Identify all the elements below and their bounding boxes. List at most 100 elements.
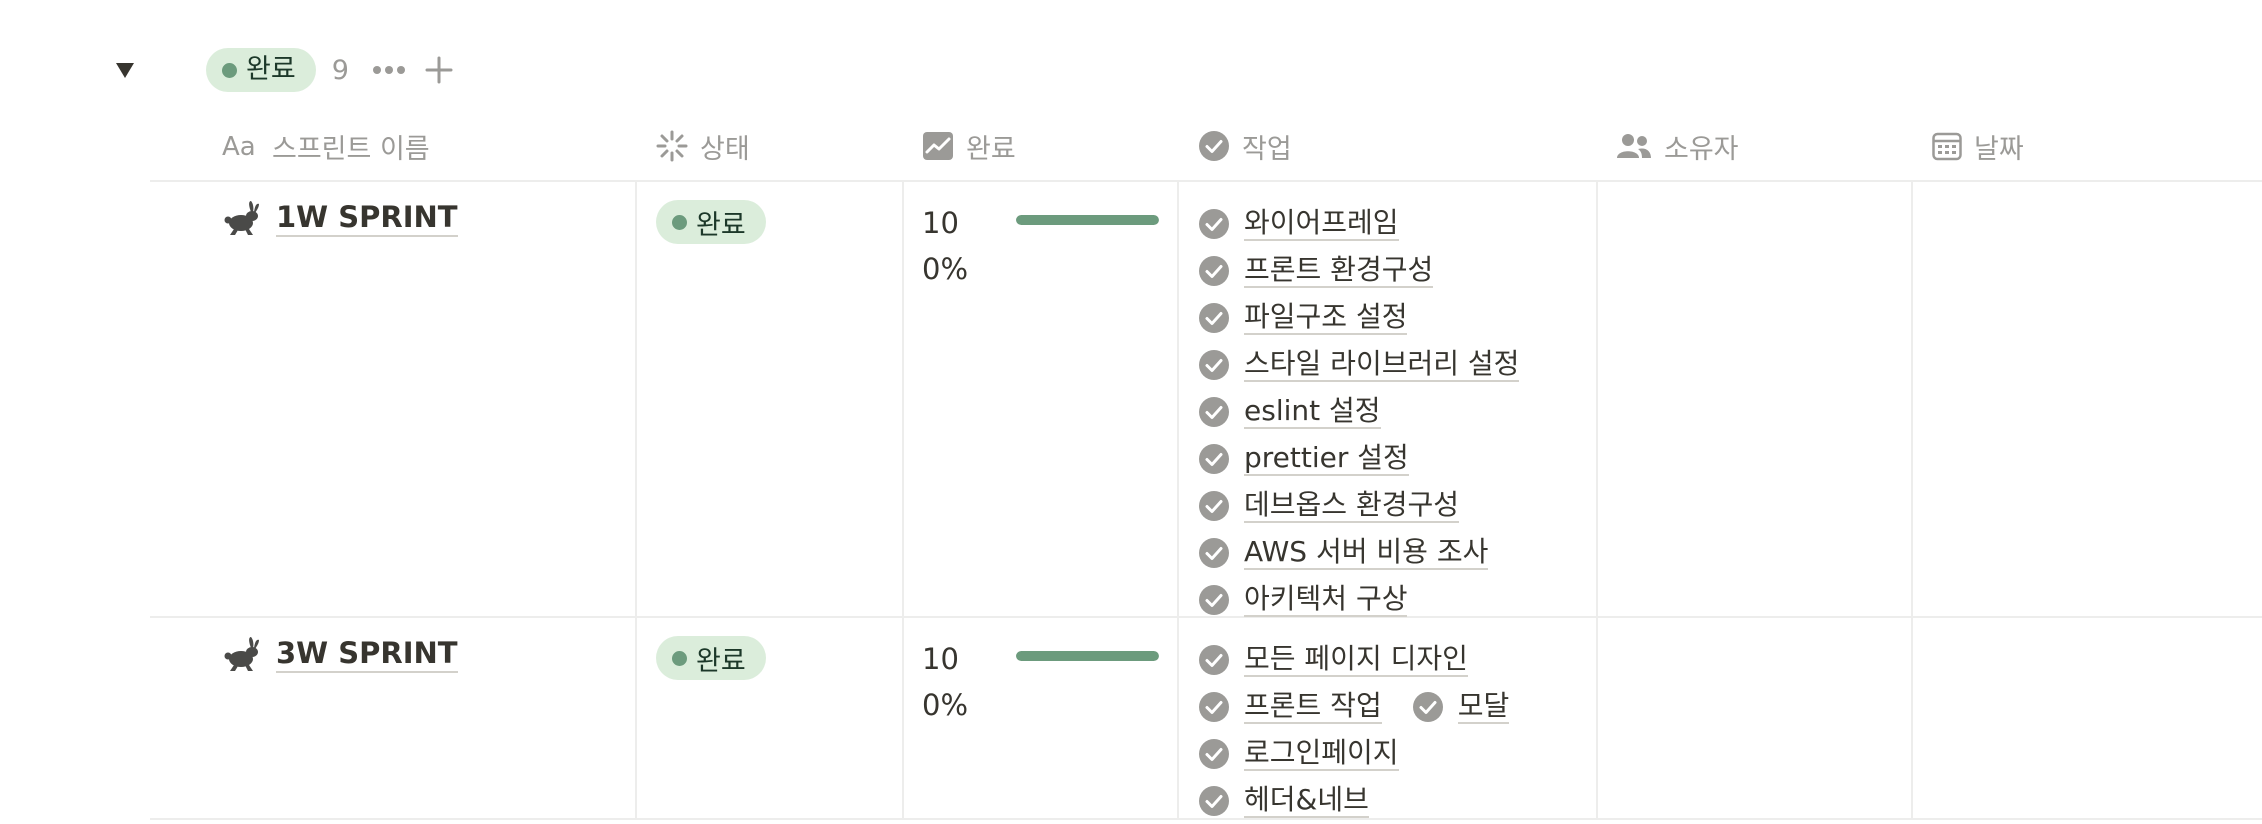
task-item[interactable]: 스타일 라이브러리 설정 — [1198, 347, 1520, 383]
rabbit-icon — [224, 637, 259, 672]
check-circle-icon — [1199, 691, 1229, 722]
task-item[interactable]: 모달 — [1412, 689, 1510, 725]
task-item[interactable]: 프론트 환경구성 — [1198, 253, 1434, 289]
status-badge[interactable]: 완료 — [656, 636, 766, 680]
task-line: AWS 서버 비용 조사 — [1198, 529, 1598, 576]
group-add-button[interactable] — [421, 52, 457, 88]
check-circle-icon — [1199, 349, 1229, 380]
task-item[interactable]: prettier 설정 — [1198, 441, 1409, 477]
task-item[interactable]: AWS 서버 비용 조사 — [1198, 535, 1489, 571]
title-aa-icon: Aa — [222, 133, 256, 159]
check-circle-icon — [1199, 208, 1229, 239]
task-line: prettier 설정 — [1198, 435, 1598, 482]
task-item[interactable]: eslint 설정 — [1198, 394, 1381, 430]
table-row[interactable]: 1W SPRINT 완료 100% 와이어프레임프론트 환경구성파일구조 설정스… — [150, 182, 2262, 618]
task-label: 스타일 라이브러리 설정 — [1244, 347, 1520, 383]
task-label: 모든 페이지 디자인 — [1244, 642, 1468, 678]
task-label: 프론트 작업 — [1244, 689, 1382, 725]
progress-bar-fill — [1016, 651, 1159, 661]
status-dot — [672, 650, 687, 666]
tasks-cell[interactable]: 모든 페이지 디자인프론트 작업 모달로그인페이지헤더&네브 — [1198, 636, 1598, 824]
task-line: 데브옵스 환경구성 — [1198, 482, 1598, 529]
group-count: 9 — [331, 54, 349, 86]
task-label: 파일구조 설정 — [1244, 300, 1408, 336]
task-item[interactable]: 아키텍처 구상 — [1198, 582, 1408, 618]
status-cell[interactable]: 완료 — [656, 200, 766, 244]
column-divider — [635, 618, 637, 818]
task-line: 파일구조 설정 — [1198, 294, 1598, 341]
group-status-label: 완료 — [246, 54, 296, 85]
column-divider — [1911, 618, 1913, 818]
check-circle-icon — [1199, 131, 1229, 161]
progress-label: 100% — [922, 206, 969, 286]
group-more-button[interactable] — [371, 52, 407, 88]
group-status-badge[interactable]: 완료 — [206, 48, 316, 92]
check-circle-icon — [1199, 537, 1229, 568]
progress-cell[interactable]: 100% — [922, 200, 1162, 300]
check-circle-icon — [1199, 443, 1229, 474]
task-item[interactable]: 프론트 작업 — [1198, 689, 1382, 725]
check-circle-icon — [1199, 738, 1229, 769]
task-label: 와이어프레임 — [1244, 206, 1399, 242]
task-label: AWS 서버 비용 조사 — [1244, 535, 1489, 571]
progress-cell[interactable]: 100% — [922, 636, 1162, 736]
task-label: 프론트 환경구성 — [1244, 253, 1434, 289]
status-badge[interactable]: 완료 — [656, 200, 766, 244]
svg-text:Aa: Aa — [222, 133, 256, 159]
column-divider — [902, 182, 904, 616]
sprint-title-cell[interactable]: 3W SPRINT — [222, 636, 458, 673]
collapse-toggle[interactable] — [112, 57, 138, 83]
table-row[interactable]: 3W SPRINT 완료 100% 모든 페이지 디자인프론트 작업 모달로그인페… — [150, 618, 2262, 820]
task-item[interactable]: 와이어프레임 — [1198, 206, 1399, 242]
column-divider — [1177, 618, 1179, 818]
sprint-title[interactable]: 1W SPRINT — [276, 200, 458, 237]
task-item[interactable]: 데브옵스 환경구성 — [1198, 488, 1459, 524]
task-line: 모든 페이지 디자인 — [1198, 636, 1598, 683]
rabbit-icon — [224, 201, 259, 236]
check-circle-icon — [1199, 396, 1229, 427]
sprint-title[interactable]: 3W SPRINT — [276, 636, 458, 673]
task-line: 와이어프레임 — [1198, 200, 1598, 247]
task-line: 헤더&네브 — [1198, 777, 1598, 824]
column-label: 완료 — [966, 133, 1016, 165]
task-item[interactable]: 로그인페이지 — [1198, 736, 1399, 772]
caret-down-icon — [116, 63, 134, 78]
task-line: 프론트 환경구성 — [1198, 247, 1598, 294]
progress-bar-fill — [1016, 215, 1159, 225]
check-circle-icon — [1199, 584, 1229, 615]
task-label: 로그인페이지 — [1244, 736, 1399, 772]
column-header-progress[interactable]: 완료 — [922, 112, 1016, 180]
task-label: 데브옵스 환경구성 — [1244, 488, 1459, 524]
check-circle-icon — [1199, 785, 1229, 816]
task-item[interactable]: 파일구조 설정 — [1198, 300, 1408, 336]
column-header-title[interactable]: Aa 스프린트 이름 — [222, 112, 430, 180]
tasks-cell[interactable]: 와이어프레임프론트 환경구성파일구조 설정스타일 라이브러리 설정 eslint … — [1198, 200, 1598, 623]
column-header-owner[interactable]: 소유자 — [1616, 112, 1739, 180]
column-divider — [902, 618, 904, 818]
column-label: 상태 — [700, 133, 750, 165]
column-divider — [635, 182, 637, 616]
task-item[interactable]: 모든 페이지 디자인 — [1198, 642, 1468, 678]
task-item[interactable]: 헤더&네브 — [1198, 783, 1369, 819]
column-label: 날짜 — [1974, 133, 2024, 165]
check-circle-icon — [1412, 691, 1443, 722]
column-header-date[interactable]: 날짜 — [1932, 112, 2024, 180]
plus-icon — [425, 56, 453, 84]
column-header-tasks[interactable]: 작업 — [1198, 112, 1292, 180]
column-header-status[interactable]: 상태 — [656, 112, 750, 180]
status-spinner-icon — [656, 130, 688, 162]
progress-bar — [1016, 215, 1159, 225]
check-circle-icon — [1199, 255, 1229, 286]
column-label: 스프린트 이름 — [272, 133, 430, 165]
chart-icon — [923, 132, 953, 160]
sprint-title-cell[interactable]: 1W SPRINT — [222, 200, 458, 237]
task-label: 모달 — [1457, 689, 1510, 725]
status-label: 완료 — [696, 645, 746, 677]
task-line: eslint 설정 — [1198, 388, 1598, 435]
column-divider — [1911, 182, 1913, 616]
column-label: 소유자 — [1664, 133, 1739, 165]
task-label: 아키텍처 구상 — [1244, 582, 1408, 618]
check-circle-icon — [1199, 644, 1229, 675]
status-cell[interactable]: 완료 — [656, 636, 766, 680]
status-dot — [222, 62, 237, 78]
